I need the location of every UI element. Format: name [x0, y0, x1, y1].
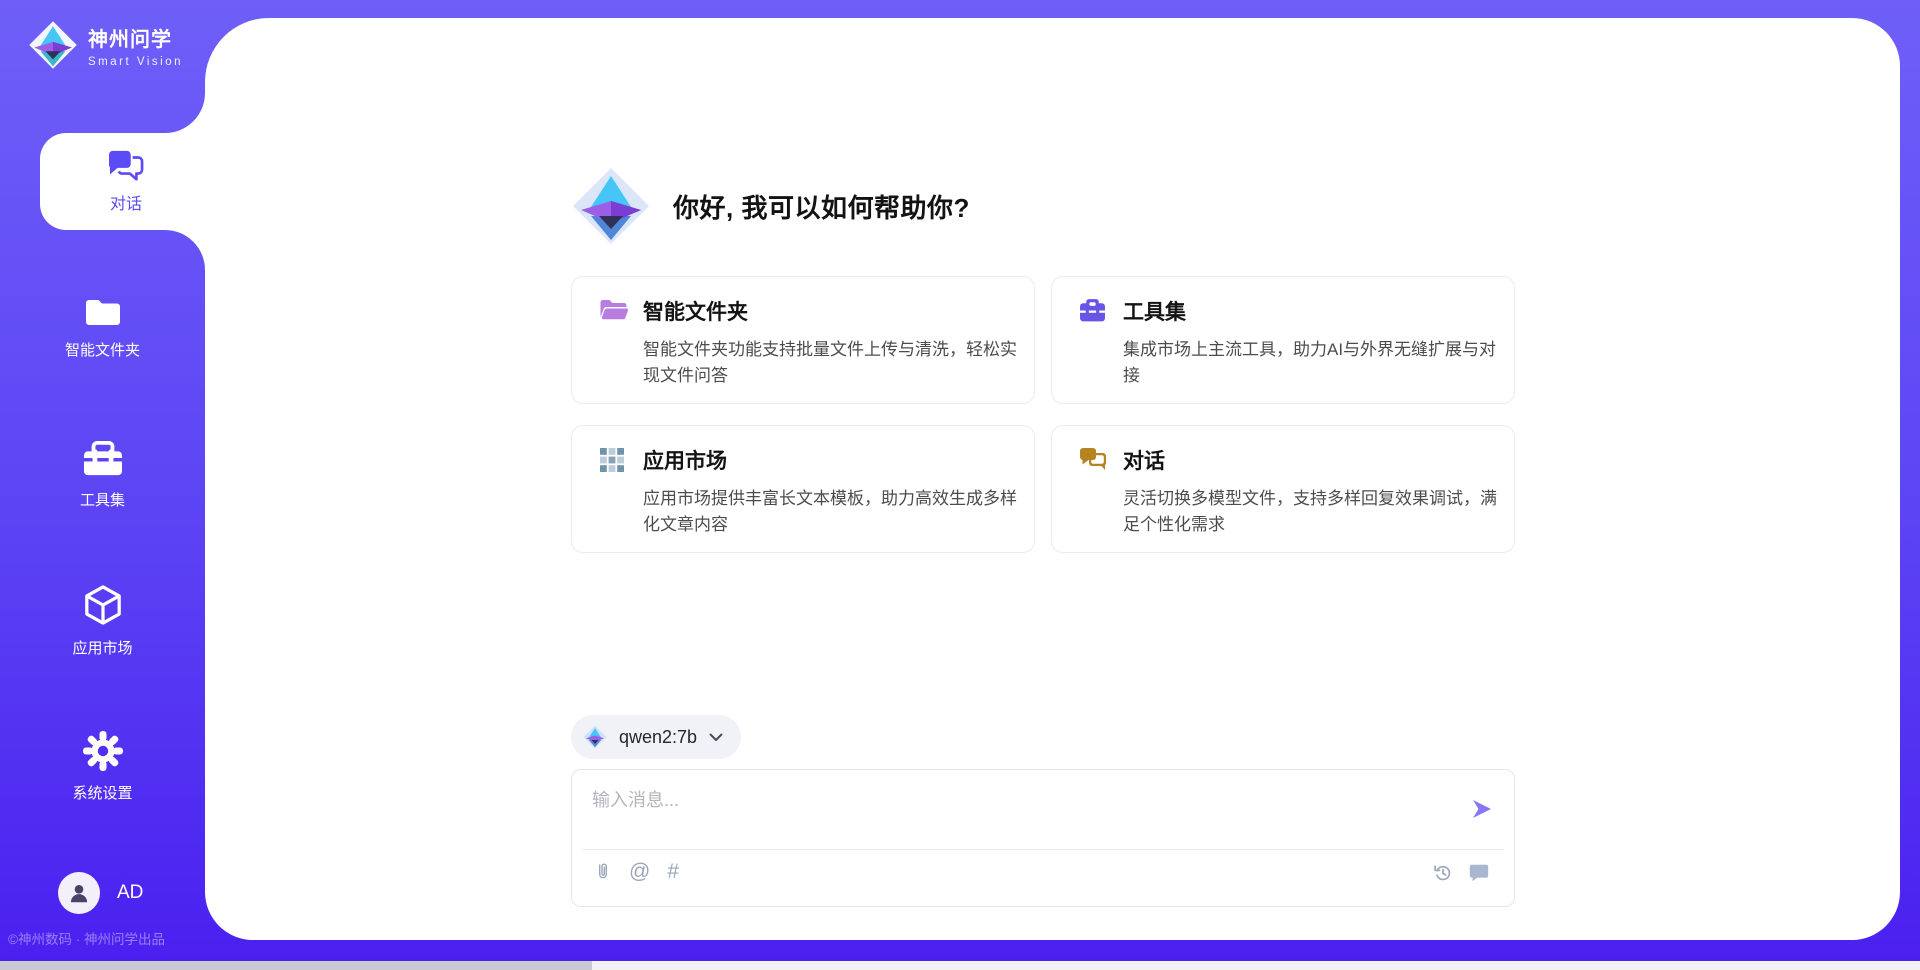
- card-toolkit[interactable]: 工具集 集成市场上主流工具，助力AI与外界无缝扩展与对接: [1051, 276, 1515, 404]
- tab-top-fillet: [165, 93, 205, 133]
- sidebar-item-label: 系统设置: [72, 782, 132, 803]
- main-panel: 你好, 我可以如何帮助你? 智能文件夹 智能文件夹功能支持批量文件上传与清洗，轻…: [205, 18, 1900, 940]
- sidebar-item-toolkit[interactable]: 工具集: [0, 440, 205, 510]
- app-window: 神州问学 Smart Vision 对话 智能文件夹 工具集: [0, 0, 1920, 970]
- composer-divider: [582, 849, 1504, 850]
- brand-logo: 神州问学 Smart Vision: [28, 20, 183, 70]
- sidebar-item-chat[interactable]: 对话: [40, 133, 212, 230]
- sidebar-item-app-market[interactable]: 应用市场: [0, 584, 205, 658]
- feature-cards: 智能文件夹 智能文件夹功能支持批量文件上传与清洗，轻松实现文件问答: [571, 276, 1517, 553]
- card-smart-folder[interactable]: 智能文件夹 智能文件夹功能支持批量文件上传与清洗，轻松实现文件问答: [571, 276, 1035, 404]
- card-title: 对话: [1123, 445, 1165, 475]
- attachment-icon[interactable]: [594, 860, 612, 884]
- cube-icon: [83, 584, 123, 626]
- chat-icon: [107, 149, 145, 183]
- model-selector[interactable]: qwen2:7b: [571, 715, 741, 759]
- sidebar-item-label: 应用市场: [72, 637, 132, 658]
- card-title: 智能文件夹: [643, 296, 748, 326]
- avatar: [58, 872, 100, 914]
- card-title: 工具集: [1123, 296, 1186, 326]
- sidebar-footer: ©神州数码 · 神州问学出品: [8, 928, 238, 948]
- card-description: 灵活切换多模型文件，支持多样回复效果调试，满足个性化需求: [1123, 486, 1498, 538]
- composer-tools-left: @ #: [594, 860, 679, 884]
- card-description: 智能文件夹功能支持批量文件上传与清洗，轻松实现文件问答: [643, 337, 1018, 389]
- sidebar-item-smart-folder[interactable]: 智能文件夹: [0, 296, 205, 360]
- card-chat[interactable]: 对话 灵活切换多模型文件，支持多样回复效果调试，满足个性化需求: [1051, 425, 1515, 553]
- model-diamond-icon: [583, 725, 607, 749]
- grid-icon: [599, 447, 625, 473]
- gear-icon: [83, 731, 123, 771]
- horizontal-scrollbar[interactable]: [0, 961, 1920, 970]
- greeting-title: 你好, 我可以如何帮助你?: [673, 188, 970, 225]
- tab-bottom-fillet: [165, 230, 205, 270]
- toolbox-icon: [82, 440, 124, 478]
- card-app-market[interactable]: 应用市场 应用市场提供丰富长文本模板，助力高效生成多样化文章内容: [571, 425, 1035, 553]
- user-initials: AD: [117, 882, 143, 904]
- sidebar-item-settings[interactable]: 系统设置: [0, 731, 205, 803]
- scrollbar-thumb[interactable]: [0, 961, 592, 970]
- chevron-down-icon: [709, 733, 723, 742]
- sidebar-item-label: 智能文件夹: [65, 339, 140, 360]
- chat-bubbles-icon: [1079, 447, 1107, 472]
- folder-open-icon: [599, 298, 629, 322]
- chat-bubble-icon[interactable]: [1468, 862, 1490, 884]
- user-profile[interactable]: AD: [58, 872, 143, 914]
- folder-icon: [83, 296, 123, 328]
- brand-subtitle: Smart Vision: [88, 56, 183, 68]
- assistant-diamond-icon: [571, 166, 651, 246]
- brand-diamond-icon: [28, 20, 78, 70]
- history-icon[interactable]: [1432, 862, 1454, 884]
- brand-name: 神州问学: [88, 23, 183, 52]
- person-icon: [66, 880, 92, 906]
- hashtag-icon[interactable]: #: [667, 860, 679, 884]
- message-composer: @ #: [571, 769, 1515, 907]
- card-title: 应用市场: [643, 445, 727, 475]
- model-name: qwen2:7b: [619, 727, 697, 748]
- greeting-block: 你好, 我可以如何帮助你?: [571, 158, 970, 254]
- card-description: 应用市场提供丰富长文本模板，助力高效生成多样化文章内容: [643, 486, 1018, 538]
- card-description: 集成市场上主流工具，助力AI与外界无缝扩展与对接: [1123, 337, 1498, 389]
- sidebar-item-label: 工具集: [80, 489, 125, 510]
- mention-icon[interactable]: @: [629, 860, 650, 884]
- send-icon[interactable]: [1470, 798, 1494, 820]
- sidebar-item-label: 对话: [110, 190, 142, 214]
- briefcase-icon: [1079, 298, 1106, 322]
- composer-tools-right: [1432, 862, 1490, 884]
- message-input[interactable]: [592, 782, 1432, 818]
